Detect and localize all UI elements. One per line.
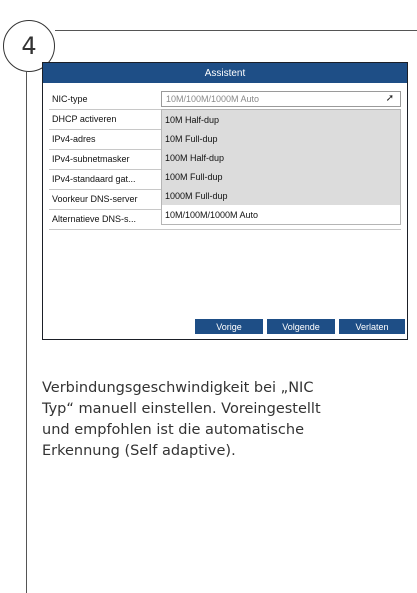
ipv4-address-label: IPv4-adres (52, 134, 96, 144)
alternate-dns-label: Alternatieve DNS-s... (52, 214, 137, 224)
dialog-title-bar: Assistent (43, 63, 407, 83)
gateway-label: IPv4-standaard gat... (52, 174, 136, 184)
nic-type-value: 10M/100M/1000M Auto (166, 94, 260, 104)
dhcp-label: DHCP activeren (52, 114, 117, 124)
exit-button[interactable]: Verlaten (339, 319, 405, 334)
nic-type-dropdown-list: 10M Half-dup 10M Full-dup 100M Half-dup … (161, 109, 401, 225)
network-form: NIC-type DHCP activeren IPv4-adres IPv4-… (49, 89, 401, 230)
dropdown-option-10m-full[interactable]: 10M Full-dup (162, 129, 400, 148)
dropdown-option-auto[interactable]: 10M/100M/1000M Auto (162, 205, 400, 224)
previous-button[interactable]: Vorige (195, 319, 263, 334)
description-line: Typ“ manuell einstellen. Voreingestellt (42, 401, 321, 417)
dropdown-option-10m-half[interactable]: 10M Half-dup (162, 110, 400, 129)
step-number: 4 (21, 32, 37, 60)
dropdown-option-100m-half[interactable]: 100M Half-dup (162, 148, 400, 167)
assistant-dialog: Assistent NIC-type DHCP activeren IPv4-a… (42, 62, 408, 340)
nic-type-label: NIC-type (52, 94, 88, 104)
description-line: Verbindungsgeschwindigkeit bei „NIC (42, 380, 314, 396)
dialog-title: Assistent (204, 67, 246, 79)
subnet-mask-label: IPv4-subnetmasker (52, 154, 130, 164)
dialog-button-bar: Vorige Volgende Verlaten (43, 319, 407, 334)
row-separator (49, 229, 401, 230)
dropdown-option-1000m-full[interactable]: 1000M Full-dup (162, 186, 400, 205)
guide-line-top (55, 30, 417, 31)
nic-type-select[interactable]: 10M/100M/1000M Auto ➚ (161, 91, 401, 107)
preferred-dns-label: Voorkeur DNS-server (52, 194, 138, 204)
step-description: Verbindungsgeschwindigkeit bei „NIC Typ“… (42, 378, 392, 462)
dropdown-option-100m-full[interactable]: 100M Full-dup (162, 167, 400, 186)
description-line: Erkennung (Self adaptive). (42, 443, 236, 459)
description-line: und empfohlen ist die automatische (42, 422, 304, 438)
guide-line-left (26, 72, 27, 593)
next-button[interactable]: Volgende (267, 319, 335, 334)
mouse-pointer-icon: ➚ (385, 93, 394, 104)
